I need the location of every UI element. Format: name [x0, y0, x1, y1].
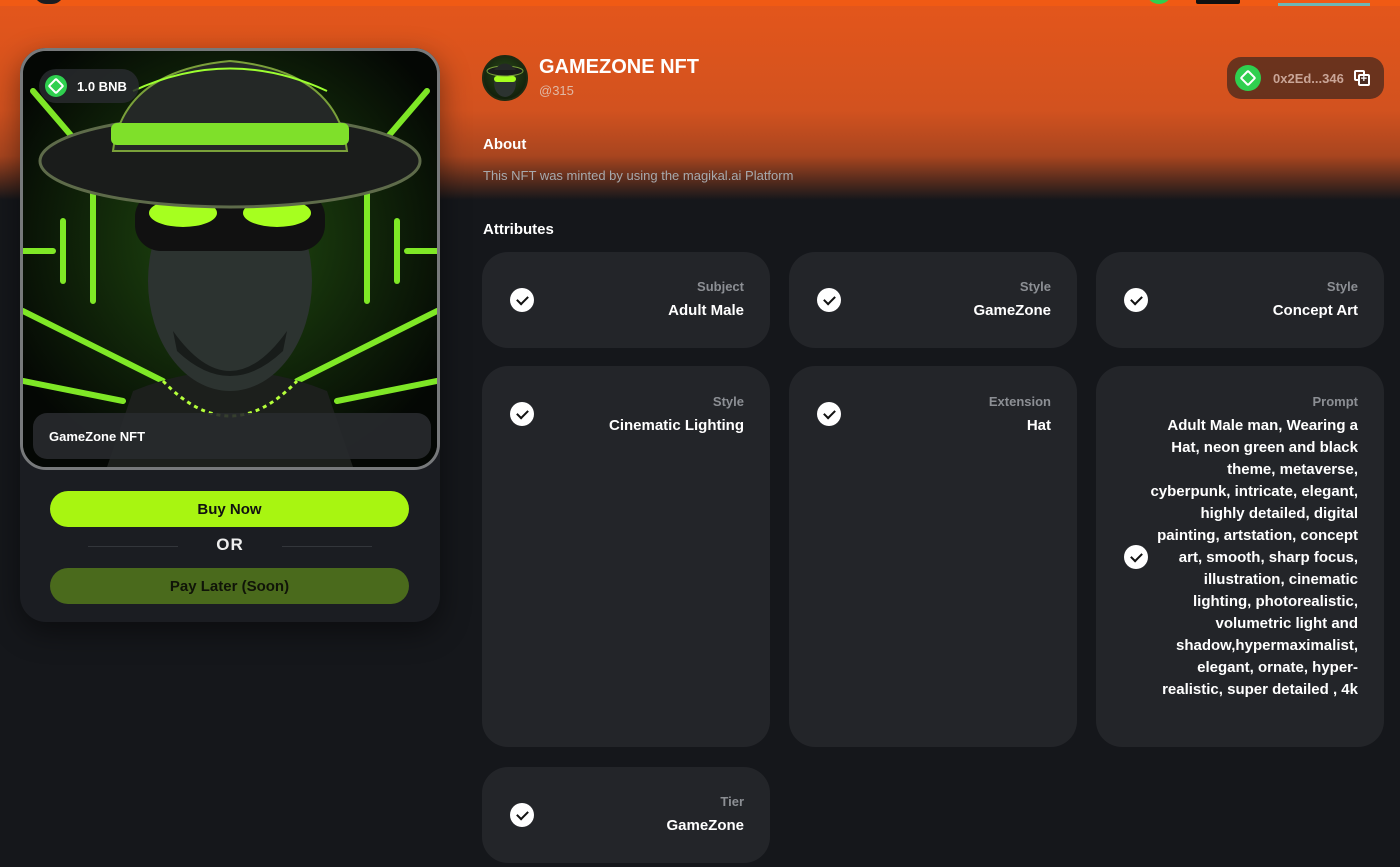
top-underline — [1278, 3, 1370, 6]
attribute-tile: Subject Adult Male — [482, 252, 770, 348]
pay-later-button[interactable]: Pay Later (Soon) — [50, 568, 409, 604]
attribute-value: GameZone — [666, 817, 744, 834]
attribute-label: Prompt — [1312, 394, 1359, 409]
or-text: OR — [216, 535, 244, 554]
check-icon — [510, 288, 534, 312]
attribute-label: Subject — [697, 279, 744, 294]
copy-icon[interactable]: + — [1353, 70, 1370, 86]
top-button[interactable] — [1196, 0, 1240, 4]
wallet-address: 0x2Ed...346 — [1273, 70, 1344, 86]
wallet-coin-icon — [1235, 65, 1261, 91]
check-icon — [510, 803, 534, 827]
or-divider: OR — [88, 535, 372, 557]
prompt-text: Adult Male man, Wearing a Hat, neon gree… — [1150, 417, 1358, 698]
nft-artwork — [23, 51, 437, 467]
attribute-label: Tier — [720, 794, 744, 809]
bnb-coin-icon — [45, 75, 67, 97]
attribute-value: Concept Art — [1272, 302, 1358, 319]
price-text: 1.0 BNB — [77, 78, 127, 94]
attribute-label: Extension — [988, 394, 1051, 409]
about-text: This NFT was minted by using the magikal… — [483, 168, 794, 183]
attribute-tile: Style Cinematic Lighting — [482, 366, 770, 747]
attribute-tile-prompt: Prompt Adult Male man, Wearing a Hat, ne… — [1096, 366, 1384, 747]
collection-name[interactable]: GAMEZONE NFT — [539, 56, 699, 79]
attribute-value: Adult Male — [668, 302, 744, 319]
attribute-value: GameZone — [973, 302, 1051, 319]
attribute-tile: Style GameZone — [789, 252, 1077, 348]
attribute-tile: Style Concept Art — [1096, 252, 1384, 348]
collection-handle: @315 — [539, 83, 574, 98]
about-heading: About — [483, 136, 527, 153]
attribute-label: Style — [712, 394, 744, 409]
collection-avatar[interactable] — [482, 55, 528, 101]
check-icon — [817, 288, 841, 312]
nft-image: 1.0 BNB GameZone NFT — [20, 48, 440, 470]
attribute-value: Hat — [1026, 417, 1051, 434]
attribute-tile: Extension Hat — [789, 366, 1077, 747]
nft-name-label: GameZone NFT — [33, 413, 431, 459]
check-icon — [817, 402, 841, 426]
buy-now-button[interactable]: Buy Now — [50, 491, 409, 527]
nft-card: 1.0 BNB GameZone NFT Buy Now OR Pay Late… — [20, 48, 440, 622]
price-badge: 1.0 BNB — [39, 69, 139, 103]
attributes-heading: Attributes — [483, 221, 554, 238]
check-icon — [510, 402, 534, 426]
attribute-value: Cinematic Lighting — [609, 417, 744, 434]
check-icon — [1124, 288, 1148, 312]
attribute-label: Style — [1326, 279, 1358, 294]
wallet-address-pill[interactable]: 0x2Ed...346 + — [1227, 57, 1384, 99]
attribute-tile: Tier GameZone — [482, 767, 770, 863]
attribute-label: Style — [1019, 279, 1051, 294]
